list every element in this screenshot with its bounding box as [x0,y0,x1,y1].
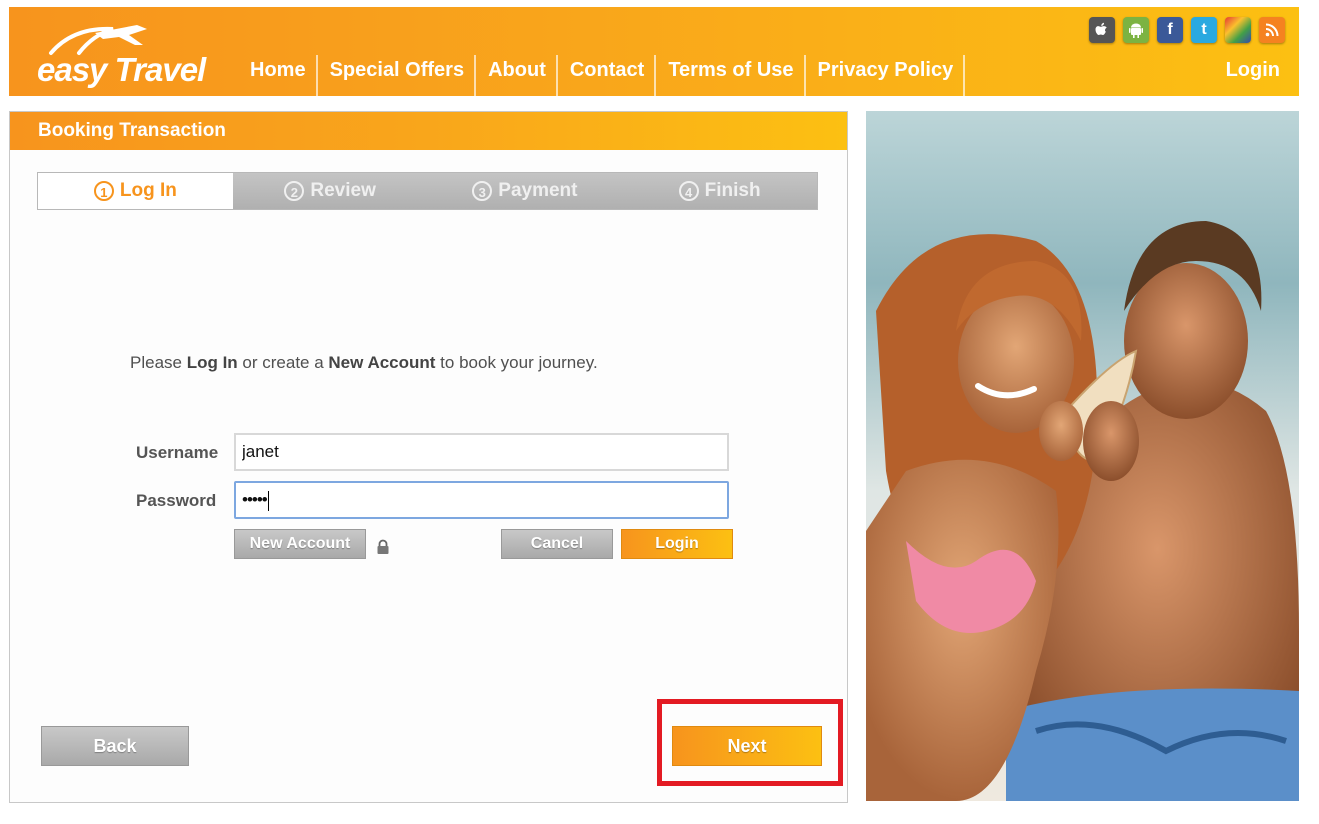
booking-title: Booking Transaction [10,112,847,150]
password-field[interactable]: ••••• [234,481,729,519]
beach-couple-photo [866,111,1299,801]
nav-special-offers[interactable]: Special Offers [318,55,477,97]
login-button[interactable]: Login [621,529,733,559]
cancel-button[interactable]: Cancel [501,529,613,559]
easy-travel-logo[interactable]: easy Travel [37,23,207,93]
step-number: 1 [93,181,114,201]
main-nav: Home Special Offers About Contact Terms … [238,55,965,97]
puzzle-icon[interactable] [1225,17,1251,43]
social-icons: f t [1089,17,1285,43]
nav-home[interactable]: Home [238,55,318,97]
header-login-link[interactable]: Login [1226,59,1280,82]
apple-icon[interactable] [1089,17,1115,43]
facebook-icon[interactable]: f [1157,17,1183,43]
step-label: Log In [119,180,177,201]
twitter-icon[interactable]: t [1191,17,1217,43]
android-icon[interactable] [1123,17,1149,43]
nav-terms-of-use[interactable]: Terms of Use [656,55,806,97]
password-value: ••••• [242,490,268,509]
step-payment: 3 Payment [427,173,623,209]
nav-contact[interactable]: Contact [558,55,657,97]
site-header: easy Travel Home Special Offers About Co… [9,7,1299,97]
step-number: 4 [678,181,699,201]
beach-photo-illustration [866,111,1299,801]
step-finish: 4 Finish [622,173,817,209]
login-instructions: Please Log In or create a New Account to… [130,353,598,372]
lock-icon [377,539,389,554]
rss-icon[interactable] [1259,17,1285,43]
step-label: Payment [498,180,578,201]
next-button-highlight [657,699,843,786]
step-review: 2 Review [232,173,428,209]
back-button[interactable]: Back [41,726,189,766]
password-label: Password [136,491,217,510]
step-number: 2 [284,181,305,201]
booking-steps: 1 Log In 2 Review 3 Payment 4 Finish [37,172,818,210]
username-field[interactable] [234,433,729,471]
step-label: Review [310,180,376,201]
logo-text: easy Travel [37,51,206,88]
step-log-in: 1 Log In [38,173,233,209]
nav-about[interactable]: About [476,55,558,97]
step-label: Finish [704,180,761,201]
step-number: 3 [472,181,493,201]
nav-privacy-policy[interactable]: Privacy Policy [806,55,966,97]
new-account-button[interactable]: New Account [234,529,366,559]
username-label: Username [136,443,219,462]
